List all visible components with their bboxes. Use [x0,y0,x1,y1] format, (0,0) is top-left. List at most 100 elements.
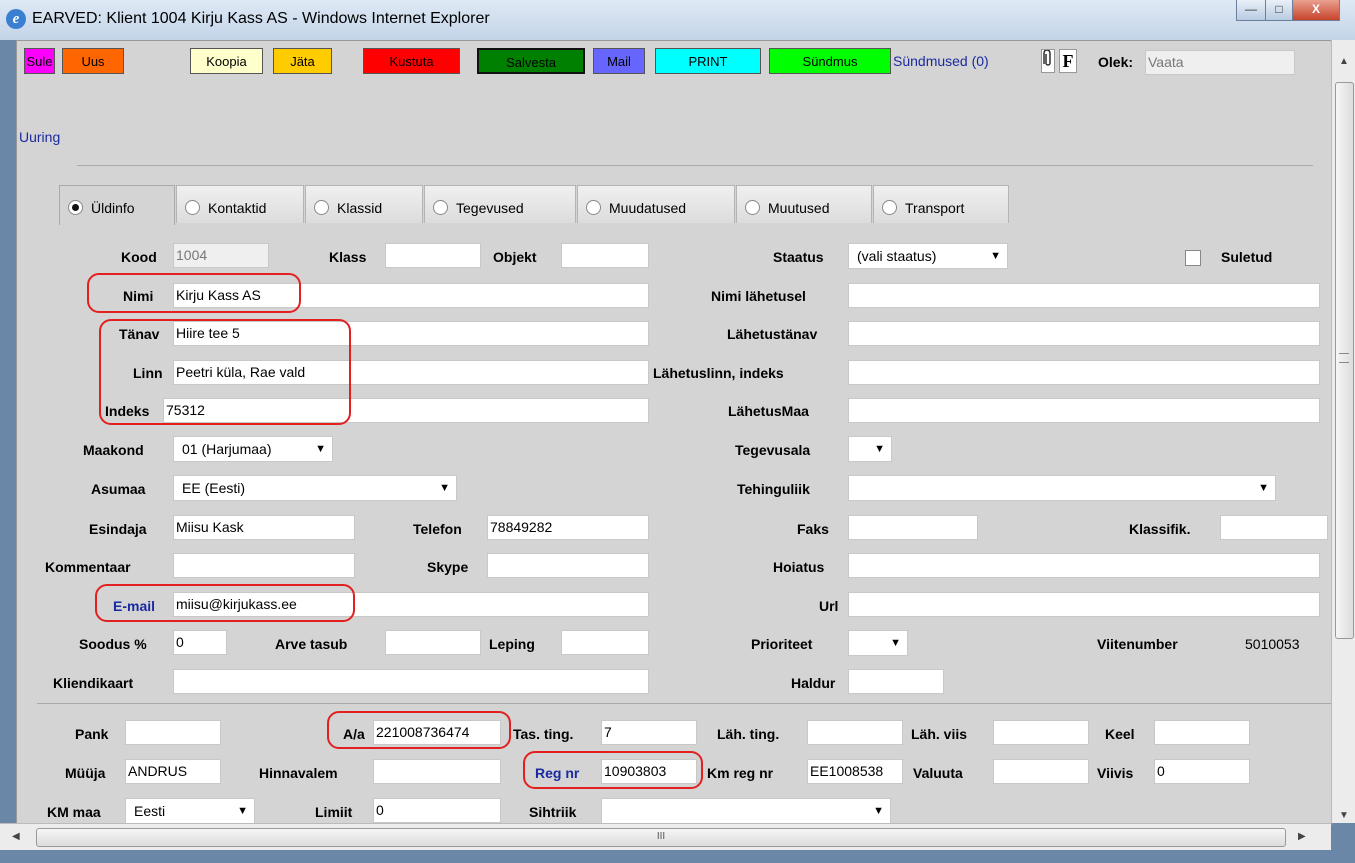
kood-field[interactable]: 1004 [173,243,269,268]
lahetustanav-label: Lähetustänav [727,326,818,342]
f-button[interactable]: F [1059,49,1077,73]
sihtriik-select[interactable]: ▼ [601,798,891,824]
sundmus-button[interactable]: Sündmus [769,48,891,74]
maakond-select[interactable]: 01 (Harjumaa) ▼ [173,436,333,462]
grip-icon [1339,353,1349,363]
km-maa-select[interactable]: Eesti ▼ [125,798,255,824]
reg-nr-link[interactable]: Reg nr [535,765,579,781]
viitenumber-value: 5010053 [1245,636,1300,652]
aa-field[interactable]: 221008736474 [373,720,501,745]
keel-field[interactable] [1154,720,1250,745]
lahetustanav-field[interactable] [848,321,1320,346]
tab-muudatused[interactable]: Muudatused [577,185,735,223]
soodus-field[interactable]: 0 [173,630,227,655]
sundmused-link[interactable]: Sündmused (0) [893,53,989,69]
jata-button[interactable]: Jäta [273,48,332,74]
salvesta-button[interactable]: Salvesta [477,48,585,74]
vertical-scroll-thumb[interactable] [1335,82,1354,639]
sule-button[interactable]: Sule [24,48,55,74]
indeks-field[interactable]: 75312 [163,398,649,423]
email-link[interactable]: E-mail [113,598,155,614]
hinnavalem-field[interactable] [373,759,501,784]
haldur-field[interactable] [848,669,944,694]
horizontal-scroll-thumb[interactable]: III [36,828,1286,847]
staatus-select[interactable]: (vali staatus) ▼ [848,243,1008,269]
staatus-label: Staatus [773,249,824,265]
nimi-lahetusel-field[interactable] [848,283,1320,308]
prioriteet-select[interactable]: ▼ [848,630,908,656]
skype-field[interactable] [487,553,649,578]
scroll-down-icon[interactable]: ▼ [1339,810,1349,821]
radio-icon [314,200,329,215]
valuuta-label: Valuuta [913,765,963,781]
kliendikaart-field[interactable] [173,669,649,694]
tab-tegevused[interactable]: Tegevused [424,185,576,223]
lah-ting-field[interactable] [807,720,903,745]
tegevusala-select[interactable]: ▼ [848,436,892,462]
tab-transport[interactable]: Transport [873,185,1009,223]
muuja-field[interactable]: ANDRUS [125,759,221,784]
klassifik-field[interactable] [1220,515,1328,540]
minimize-button[interactable]: — [1236,0,1266,21]
url-field[interactable] [848,592,1320,617]
faks-field[interactable] [848,515,978,540]
mail-button[interactable]: Mail [593,48,645,74]
email-field[interactable]: miisu@kirjukass.ee [173,592,649,617]
close-button[interactable]: X [1292,0,1340,21]
kommentaar-field[interactable] [173,553,355,578]
tab-uldinfo[interactable]: Üldinfo [59,185,175,225]
hinnavalem-label: Hinnavalem [259,765,338,781]
nimi-field[interactable]: Kirju Kass AS [173,283,649,308]
vertical-scrollbar[interactable]: ▲ ▼ [1331,40,1355,823]
km-reg-nr-field[interactable]: EE1008538 [807,759,903,784]
klass-field[interactable] [385,243,481,268]
km-reg-nr-label: Km reg nr [707,765,774,781]
hoiatus-label: Hoiatus [773,559,825,575]
skype-label: Skype [427,559,469,575]
tab-muutused[interactable]: Muutused [736,185,872,223]
tanav-label: Tänav [119,326,160,342]
telefon-field[interactable]: 78849282 [487,515,649,540]
faks-label: Faks [797,521,829,537]
linn-field[interactable]: Peetri küla, Rae vald [173,360,649,385]
maximize-button[interactable]: □ [1265,0,1293,21]
reg-nr-field[interactable]: 10903803 [601,759,697,784]
lahetusmaa-field[interactable] [848,398,1320,423]
tanav-field[interactable]: Hiire tee 5 [173,321,649,346]
paperclip-icon[interactable] [1041,49,1055,73]
nimi-label: Nimi [123,288,154,304]
print-button[interactable]: PRINT [655,48,761,74]
kustuta-button[interactable]: Kustuta [363,48,460,74]
chevron-down-icon: ▼ [237,805,248,817]
page-content: Sule Uus Koopia Jäta Kustuta Salvesta Ma… [16,40,1332,825]
uuring-link[interactable]: Uuring [19,129,60,145]
limiit-field[interactable]: 0 [373,798,501,823]
tas-ting-field[interactable]: 7 [601,720,697,745]
hoiatus-field[interactable] [848,553,1320,578]
lahetuslinn-field[interactable] [848,360,1320,385]
pank-field[interactable] [125,720,221,745]
uus-button[interactable]: Uus [62,48,124,74]
nimi-lahetusel-label: Nimi lähetusel [711,288,806,304]
lah-ting-label: Läh. ting. [717,726,780,742]
viivis-field[interactable]: 0 [1154,759,1250,784]
leping-field[interactable] [561,630,649,655]
tab-kontaktid[interactable]: Kontaktid [176,185,304,223]
suletud-checkbox[interactable] [1185,250,1201,266]
window-title: EARVED: Klient 1004 Kirju Kass AS - Wind… [32,10,490,27]
tab-klassid[interactable]: Klassid [305,185,423,223]
lah-viis-field[interactable] [993,720,1089,745]
scroll-up-icon[interactable]: ▲ [1339,56,1349,67]
scroll-right-icon[interactable]: ▶ [1298,831,1306,842]
horizontal-scrollbar[interactable]: ◀ III ▶ [0,823,1331,850]
tehinguliik-select[interactable]: ▼ [848,475,1276,501]
arve-tasub-field[interactable] [385,630,481,655]
asumaa-select[interactable]: EE (Eesti) ▼ [173,475,457,501]
esindaja-field[interactable]: Miisu Kask [173,515,355,540]
klass-label: Klass [329,249,367,265]
scroll-left-icon[interactable]: ◀ [12,831,20,842]
koopia-button[interactable]: Koopia [190,48,263,74]
objekt-field[interactable] [561,243,649,268]
chevron-down-icon: ▼ [315,443,326,455]
valuuta-field[interactable] [993,759,1089,784]
